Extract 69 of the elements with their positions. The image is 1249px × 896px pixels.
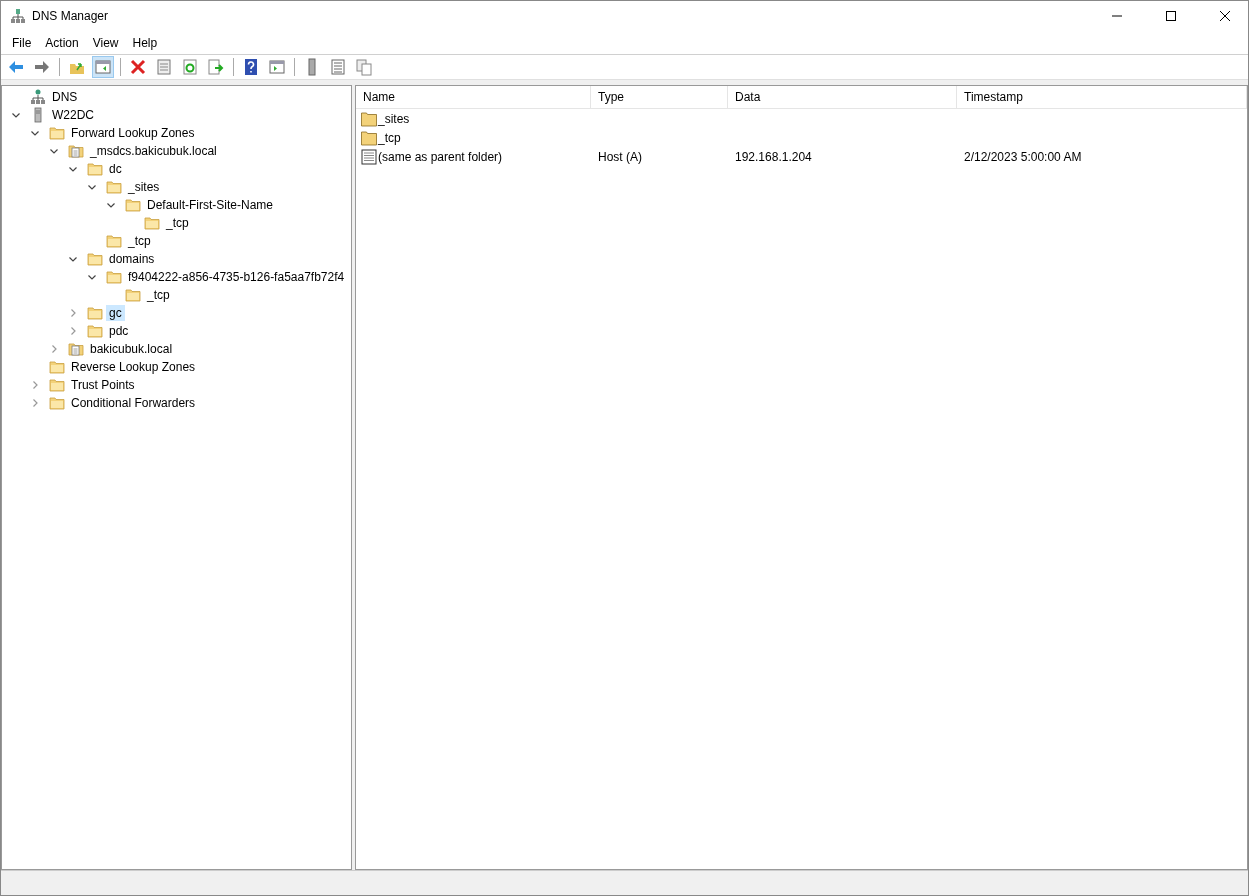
record-icon: [361, 148, 377, 165]
folder-icon: [87, 305, 103, 321]
tree-item[interactable]: DNS: [49, 89, 81, 105]
tree-item[interactable]: pdc: [106, 323, 132, 339]
collapse-chevron-icon[interactable]: [87, 272, 97, 282]
collapse-chevron-icon[interactable]: [87, 182, 97, 192]
tree-item[interactable]: _msdcs.bakicubuk.local: [87, 143, 220, 159]
expand-chevron-icon[interactable]: [68, 326, 78, 336]
folder-icon: [125, 197, 141, 213]
folder-icon: [106, 269, 122, 285]
tree-item[interactable]: dc: [106, 161, 125, 177]
folder-icon: [87, 161, 103, 177]
tree-item[interactable]: _tcp: [163, 215, 192, 231]
folder-icon: [106, 233, 122, 249]
folder-icon: [87, 251, 103, 267]
window-title: DNS Manager: [32, 9, 109, 23]
record-name[interactable]: _tcp: [378, 130, 401, 145]
folder-icon: [361, 129, 377, 146]
tree-item[interactable]: domains: [106, 251, 158, 267]
expand-chevron-icon[interactable]: [49, 344, 59, 354]
tree-item[interactable]: Forward Lookup Zones: [68, 125, 198, 141]
folder-icon: [49, 359, 65, 375]
tree-item[interactable]: bakicubuk.local: [87, 341, 176, 357]
column-header[interactable]: Name: [356, 86, 591, 108]
tree-item[interactable]: _sites: [125, 179, 163, 195]
tree-item[interactable]: gc: [106, 305, 125, 321]
menu-item[interactable]: Action: [38, 35, 86, 50]
record-data: 192.168.1.204: [734, 149, 813, 164]
folder-icon: [49, 395, 65, 411]
folder-icon: [125, 287, 141, 303]
folder-icon: [87, 323, 103, 339]
collapse-chevron-icon[interactable]: [68, 254, 78, 264]
network-icon: [30, 89, 46, 105]
copy-icon[interactable]: [353, 56, 375, 78]
folder-icon: [106, 179, 122, 195]
tree-item[interactable]: Default-First-Site-Name: [144, 197, 277, 213]
tree-item[interactable]: Trust Points: [68, 377, 138, 393]
network-icon: [10, 8, 26, 24]
record-type: Host (A): [597, 149, 643, 164]
expand-chevron-icon[interactable]: [68, 308, 78, 318]
collapse-chevron-icon[interactable]: [49, 146, 59, 156]
collapse-chevron-icon[interactable]: [30, 128, 40, 138]
collapse-chevron-icon[interactable]: [106, 200, 116, 210]
record-name[interactable]: (same as parent folder): [378, 149, 503, 164]
tree-item[interactable]: W22DC: [49, 107, 97, 123]
zone-file-icon: [68, 143, 84, 159]
console-tree-icon[interactable]: [92, 56, 114, 78]
column-header[interactable]: Data: [728, 86, 957, 108]
menu-item[interactable]: File: [5, 35, 39, 50]
column-header[interactable]: Timestamp: [957, 86, 1247, 108]
folder-icon: [144, 215, 160, 231]
expand-chevron-icon[interactable]: [30, 398, 40, 408]
zone-file-icon: [68, 341, 84, 357]
folder-icon: [49, 125, 65, 141]
record-timestamp: 2/12/2023 5:00:00 AM: [963, 149, 1083, 164]
tree-item[interactable]: f9404222-a856-4735-b126-fa5aa7fb72f4: [125, 269, 348, 285]
folder-icon: [361, 110, 377, 127]
collapse-chevron-icon[interactable]: [68, 164, 78, 174]
column-header[interactable]: Type: [591, 86, 728, 108]
folder-icon: [49, 377, 65, 393]
collapse-chevron-icon[interactable]: [11, 110, 21, 120]
record-name[interactable]: _sites: [378, 111, 410, 126]
tree-item[interactable]: _tcp: [144, 287, 173, 303]
menu-item[interactable]: View: [85, 35, 126, 50]
tree-item[interactable]: _tcp: [125, 233, 154, 249]
expand-chevron-icon[interactable]: [30, 380, 40, 390]
tree-item[interactable]: Reverse Lookup Zones: [68, 359, 199, 375]
tree-item[interactable]: Conditional Forwarders: [68, 395, 199, 411]
menu-item[interactable]: Help: [125, 35, 165, 50]
